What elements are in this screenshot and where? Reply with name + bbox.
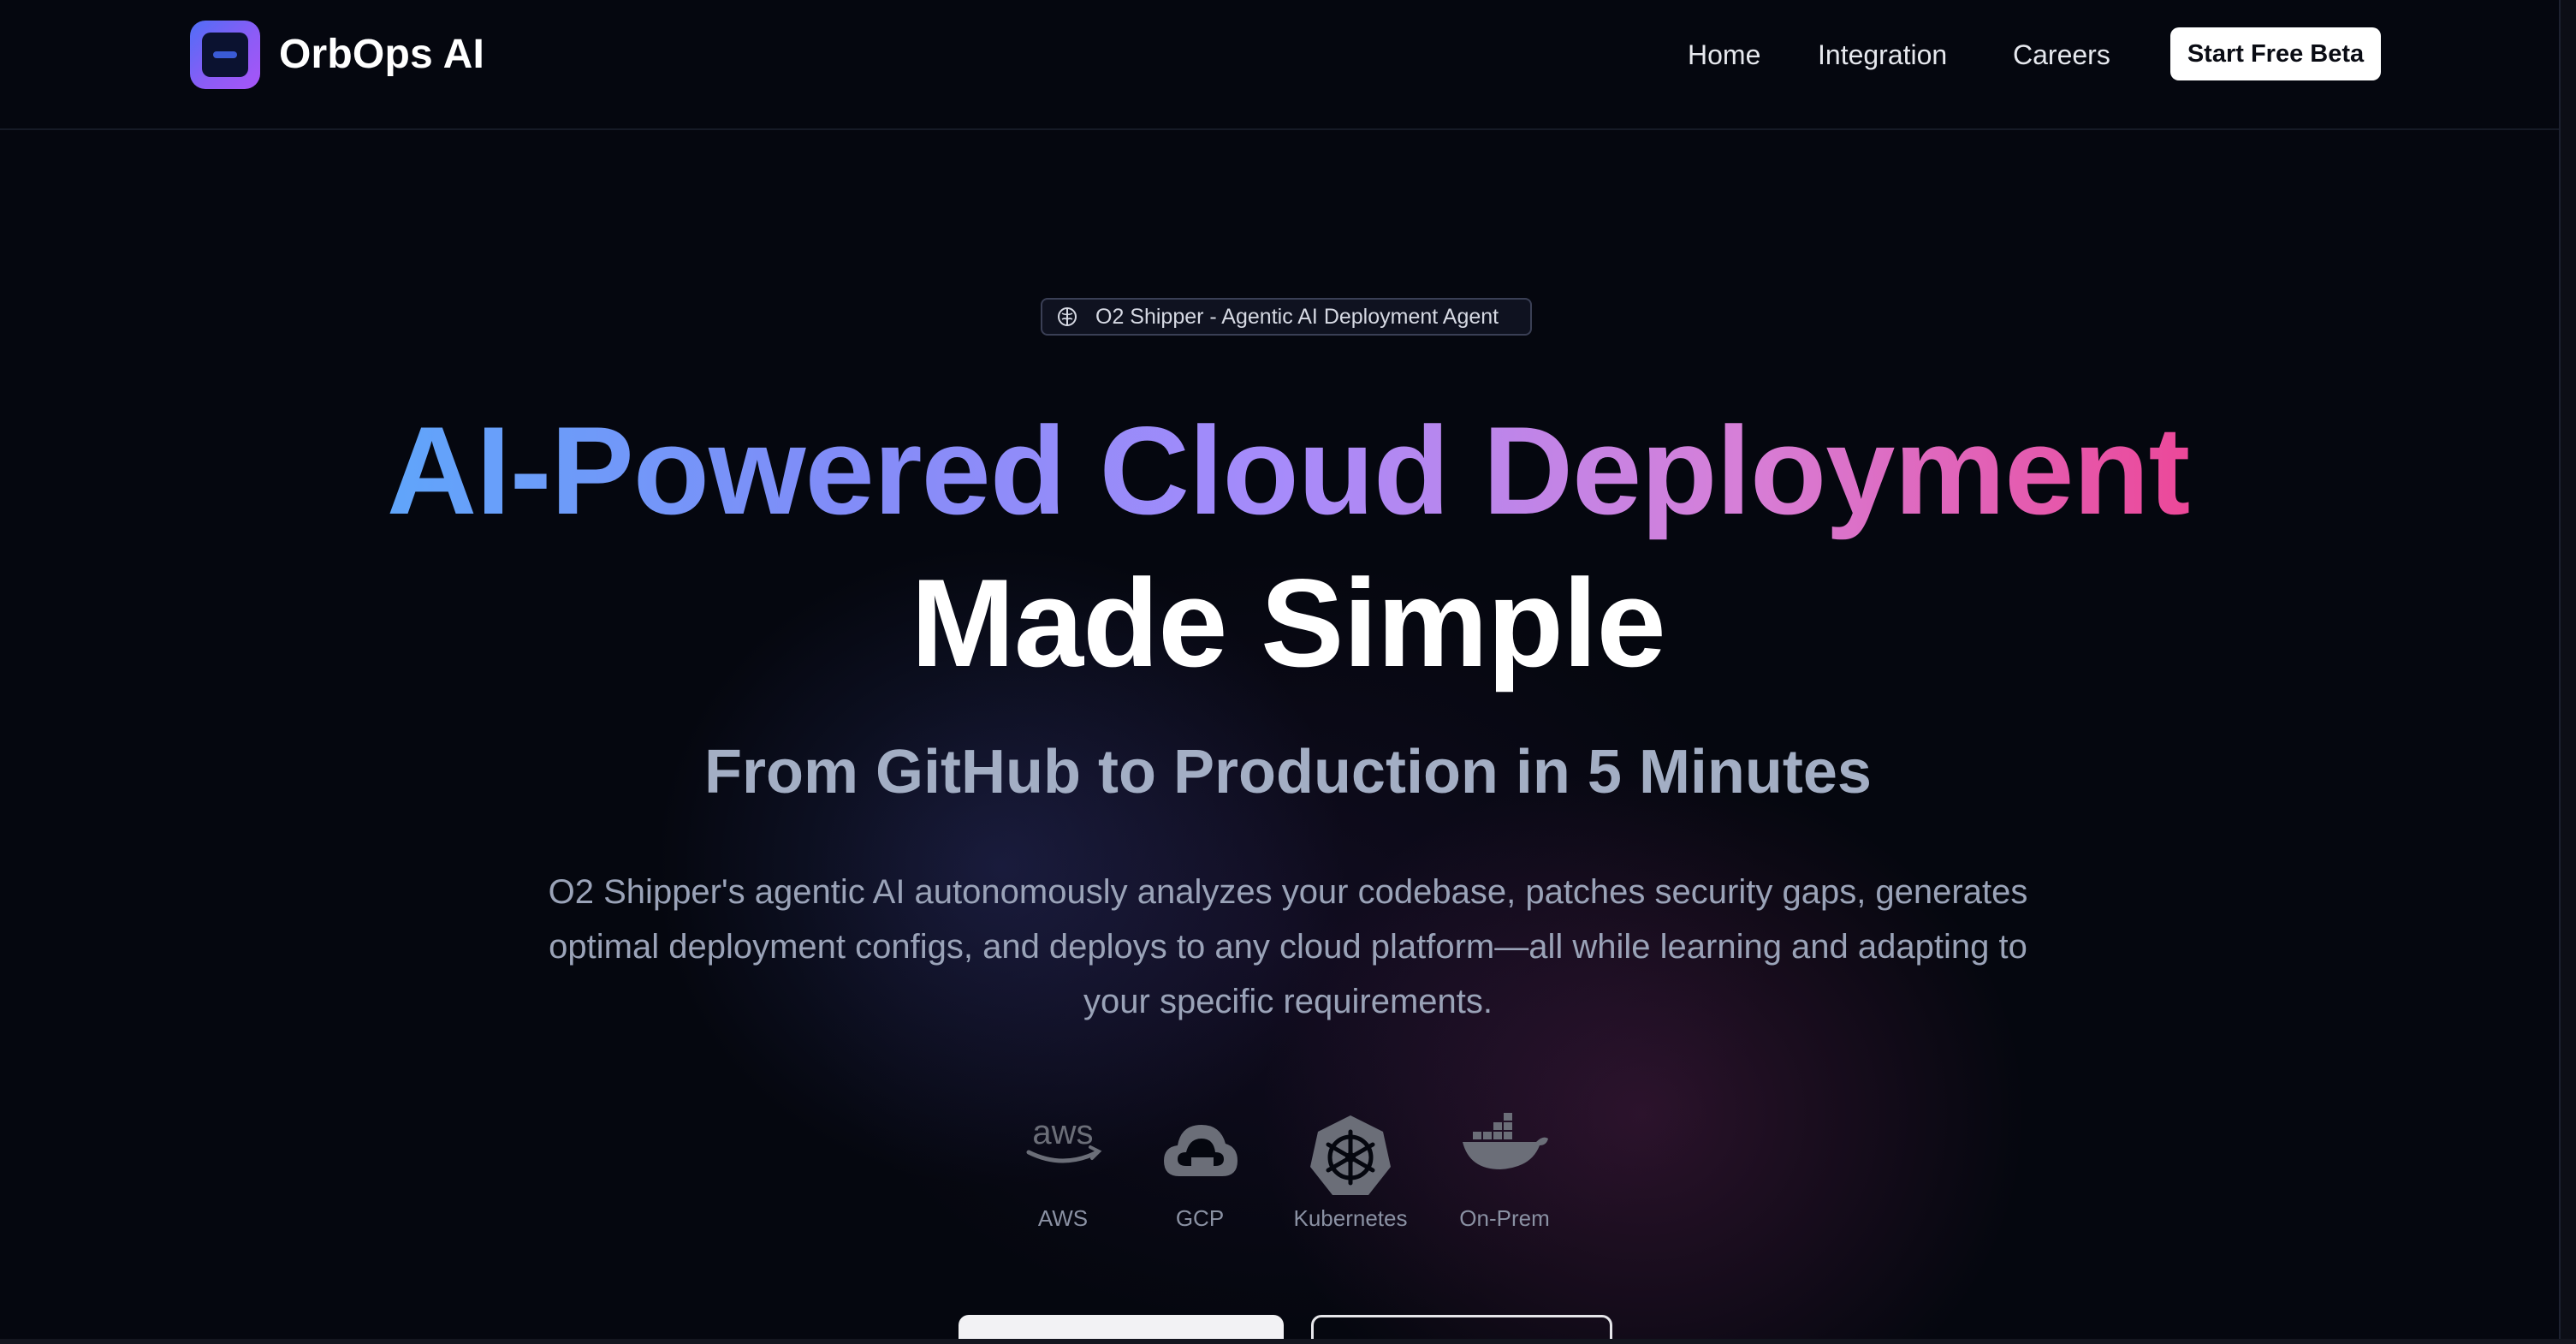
platform-label-aws: AWS xyxy=(1037,1205,1089,1231)
scrollbar-track[interactable] xyxy=(2559,0,2576,1344)
platform-aws: aws AWS xyxy=(994,1113,1131,1241)
badge-text: O2 Shipper - Agentic AI Deployment Agent xyxy=(1095,304,1499,329)
hero-headline-gradient-text: AI-Powered Cloud Deployment xyxy=(386,401,2190,540)
window-bottom-edge xyxy=(0,1339,2576,1344)
nav-link-integration[interactable]: Integration xyxy=(1818,36,1947,74)
hero-headline-gradient: AI-Powered Cloud Deployment xyxy=(0,402,2576,539)
platform-on-prem: On-Prem xyxy=(1436,1113,1573,1241)
svg-text:aws: aws xyxy=(1032,1114,1093,1151)
hero-headline-plain: Made Simple xyxy=(911,553,1665,693)
brand-name[interactable]: OrbOps AI xyxy=(279,31,484,79)
nav-link-careers[interactable]: Careers xyxy=(2013,36,2110,74)
platform-label-on-prem: On-Prem xyxy=(1459,1205,1550,1231)
start-free-beta-button[interactable]: Start Free Beta xyxy=(2170,27,2381,80)
kubernetes-icon xyxy=(1310,1115,1391,1195)
docker-whale-icon xyxy=(1463,1113,1548,1169)
start-free-beta-label: Start Free Beta xyxy=(2187,39,2365,68)
hero-subheadline: From GitHub to Production in 5 Minutes xyxy=(704,738,1872,806)
nav-link-home[interactable]: Home xyxy=(1688,36,1760,74)
logo-icon[interactable] xyxy=(190,21,260,89)
landing-page: OrbOps AI Home Integration Careers Start… xyxy=(0,0,2576,1344)
aws-icon: aws xyxy=(1026,1114,1102,1163)
platform-gcp: GCP xyxy=(1131,1113,1268,1241)
platform-kubernetes: Kubernetes xyxy=(1282,1113,1419,1241)
platform-label-kubernetes: Kubernetes xyxy=(1293,1205,1408,1231)
product-badge: O2 Shipper - Agentic AI Deployment Agent xyxy=(1041,298,1532,336)
gcp-cloud-icon xyxy=(1164,1125,1238,1176)
hero-description: O2 Shipper's agentic AI autonomously ana… xyxy=(548,873,2028,1020)
site-header: OrbOps AI Home Integration Careers Start… xyxy=(0,0,2576,130)
platform-label-gcp: GCP xyxy=(1175,1205,1225,1231)
logo-inner-mark xyxy=(202,33,248,77)
brain-icon xyxy=(1058,307,1077,326)
